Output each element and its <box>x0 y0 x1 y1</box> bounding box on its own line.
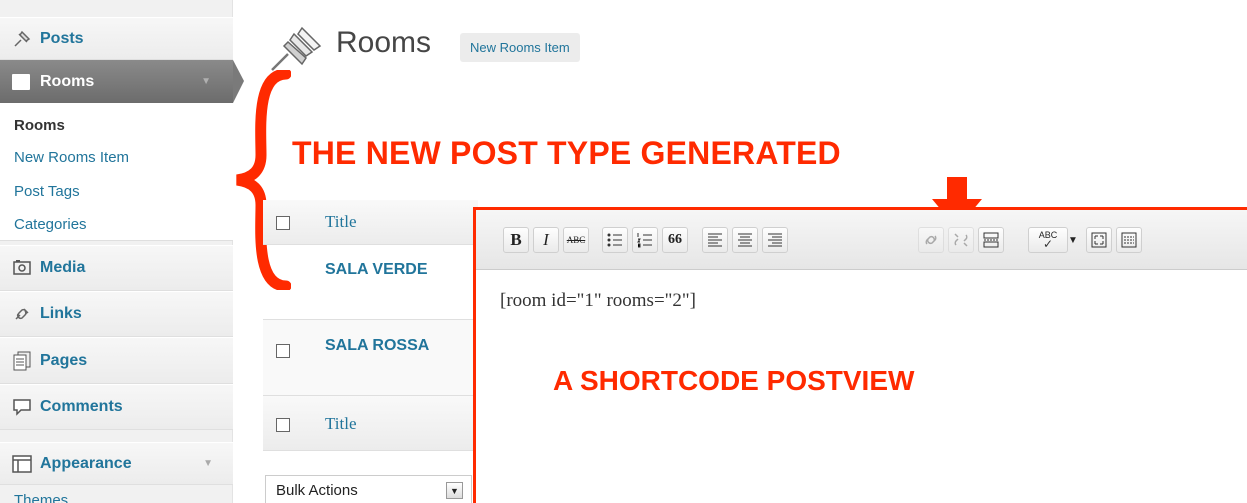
select-all-checkbox[interactable] <box>276 216 290 230</box>
comments-icon <box>12 397 32 417</box>
align-center-icon <box>738 233 752 247</box>
rooms-icon <box>12 73 30 90</box>
menu-label-appearance: Appearance <box>40 454 132 472</box>
pages-icon <box>12 351 32 371</box>
insert-link-button[interactable] <box>918 227 944 253</box>
table-row: SALA ROSSA <box>263 320 478 396</box>
kitchen-sink-button[interactable] <box>1116 227 1142 253</box>
row-title-link[interactable]: SALA ROSSA <box>325 337 429 355</box>
align-left-button[interactable] <box>702 227 728 253</box>
column-footer-title[interactable]: Title <box>325 414 357 434</box>
submenu-item-post-tags[interactable]: Post Tags <box>14 183 80 200</box>
unlink-button[interactable] <box>948 227 974 253</box>
chevron-down-icon[interactable]: ▼ <box>201 76 211 87</box>
menu-label-posts: Posts <box>40 29 84 47</box>
page-title: Rooms <box>336 26 432 59</box>
menu-label-rooms: Rooms <box>40 72 95 90</box>
menu-item-appearance[interactable]: Appearance ▼ <box>0 442 233 485</box>
table-row: SALA VERDE <box>263 245 478 320</box>
numbered-list-icon <box>637 233 652 248</box>
more-tag-icon <box>983 232 999 248</box>
appearance-icon <box>12 454 32 474</box>
kitchen-sink-icon <box>1121 232 1137 248</box>
menu-item-links[interactable]: Links <box>0 291 233 337</box>
row-title-link[interactable]: SALA VERDE <box>325 261 428 279</box>
shortcode-annotation: A SHORTCODE POSTVIEW <box>553 365 915 396</box>
media-icon <box>12 258 32 278</box>
align-left-icon <box>708 233 722 247</box>
bulk-actions-value: Bulk Actions <box>276 482 358 499</box>
submenu-item-new-rooms-item[interactable]: New Rooms Item <box>14 149 129 166</box>
menu-item-rooms[interactable]: Rooms ▼ <box>0 60 244 103</box>
menu-item-pages[interactable]: Pages <box>0 337 233 384</box>
blockquote-button[interactable]: 66 <box>662 227 688 253</box>
fullscreen-icon <box>1091 232 1107 248</box>
table-footer-row: Title <box>263 396 478 451</box>
menu-label-media: Media <box>40 259 86 276</box>
bullet-list-icon <box>607 233 622 247</box>
editor-content-text[interactable]: [room id="1" rooms="2"] <box>500 290 696 312</box>
checkmark-icon: ✓ <box>1042 237 1054 251</box>
menu-item-posts[interactable]: Posts <box>0 17 233 60</box>
table-header-row: Title <box>263 200 478 245</box>
chevron-down-icon[interactable]: ▼ <box>1066 227 1080 253</box>
submenu-item-themes[interactable]: Themes <box>14 492 68 503</box>
pushpin-icon <box>12 29 32 49</box>
submenu-item-categories[interactable]: Categories <box>14 216 87 233</box>
align-right-button[interactable] <box>762 227 788 253</box>
dropdown-arrow-icon[interactable]: ▼ <box>446 482 463 499</box>
post-type-annotation: THE NEW POST TYPE GENERATED <box>292 135 841 171</box>
italic-button[interactable]: I <box>533 227 559 253</box>
menu-label-comments: Comments <box>40 398 123 415</box>
menu-label-links: Links <box>40 305 82 322</box>
menu-item-comments[interactable]: Comments <box>0 384 233 430</box>
post-editor-window: B I ABC 66 ABC ✓ ▼ [room id="1" rooms="2… <box>473 207 1247 503</box>
links-icon <box>12 304 32 324</box>
column-header-title[interactable]: Title <box>325 212 357 232</box>
editor-toolbar: B I ABC 66 ABC ✓ ▼ <box>476 210 1247 270</box>
posts-table: Title SALA VERDE SALA ROSSA Title <box>263 200 478 455</box>
chevron-down-icon[interactable]: ▼ <box>203 458 213 469</box>
fullscreen-button[interactable] <box>1086 227 1112 253</box>
bullet-list-button[interactable] <box>602 227 628 253</box>
strikethrough-button[interactable]: ABC <box>563 227 589 253</box>
bulk-actions-select[interactable]: Bulk Actions ▼ <box>265 475 472 503</box>
align-right-icon <box>768 233 782 247</box>
insert-more-button[interactable] <box>978 227 1004 253</box>
bold-button[interactable]: B <box>503 227 529 253</box>
unlink-icon <box>954 233 968 247</box>
numbered-list-button[interactable] <box>632 227 658 253</box>
menu-label-pages: Pages <box>40 351 88 369</box>
align-center-button[interactable] <box>732 227 758 253</box>
rooms-submenu: Rooms New Rooms Item Post Tags Categorie… <box>0 103 233 241</box>
row-checkbox[interactable] <box>276 344 290 358</box>
select-all-checkbox[interactable] <box>276 418 290 432</box>
link-icon <box>925 235 937 245</box>
admin-sidebar: Posts Rooms ▼ Rooms New Rooms Item Post … <box>0 0 244 503</box>
add-new-button[interactable]: New Rooms Item <box>460 33 580 62</box>
submenu-item-rooms[interactable]: Rooms <box>14 117 65 134</box>
spellcheck-button[interactable]: ABC ✓ <box>1028 227 1068 253</box>
menu-item-media[interactable]: Media <box>0 245 233 291</box>
